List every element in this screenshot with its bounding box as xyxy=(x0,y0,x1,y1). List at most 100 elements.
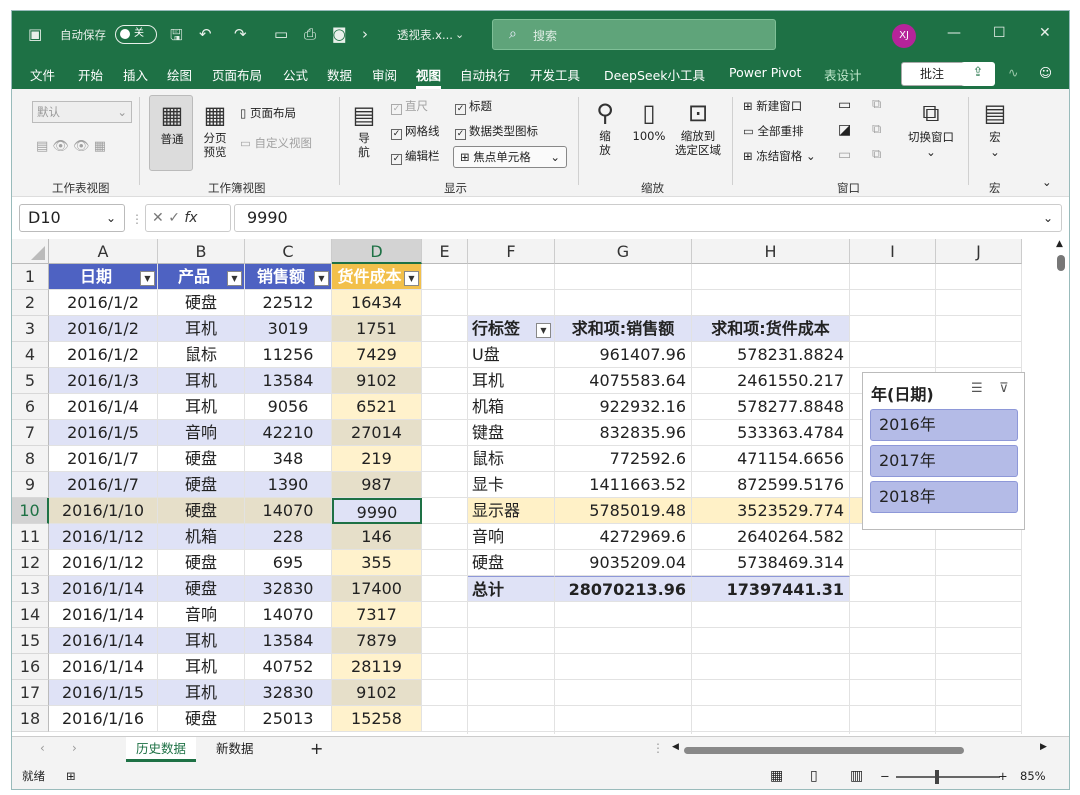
menu-developer[interactable]: 开发工具 xyxy=(530,65,580,84)
table-cell[interactable]: 17400 xyxy=(332,576,422,602)
camera-icon[interactable]: ◙ xyxy=(332,25,347,43)
row-header[interactable]: 10 xyxy=(12,498,49,524)
row-header[interactable]: 4 xyxy=(12,342,49,368)
feedback-icon[interactable]: ☺ xyxy=(1039,65,1052,80)
custom-views-button[interactable]: ▭ 自定义视图 xyxy=(240,135,312,151)
horizontal-scrollbar[interactable]: ◀ ▶ xyxy=(672,742,1052,755)
menu-page-layout[interactable]: 页面布局 xyxy=(212,65,262,84)
grid-cell[interactable] xyxy=(422,420,468,446)
table-cell[interactable]: 11256 xyxy=(245,342,332,368)
cancel-icon[interactable]: ✕ xyxy=(152,210,164,226)
accessibility-icon[interactable]: ⊞ xyxy=(66,763,76,789)
page-break-icon[interactable]: ▥ xyxy=(850,763,863,789)
file-name[interactable]: 透视表.x... xyxy=(397,27,453,43)
pivot-cell[interactable]: 872599.5176 xyxy=(692,472,850,498)
table-cell[interactable]: 2016/1/16 xyxy=(49,706,158,732)
more-commands-icon[interactable]: › xyxy=(362,25,368,43)
menu-data[interactable]: 数据 xyxy=(327,65,352,84)
column-header[interactable]: C xyxy=(245,239,332,264)
table-cell[interactable]: 2016/1/7 xyxy=(49,472,158,498)
zoom-out-icon[interactable]: − xyxy=(880,763,890,789)
grid-cell[interactable] xyxy=(422,368,468,394)
grid-cell[interactable] xyxy=(422,732,468,734)
gridlines-checkbox[interactable]: ✓ 网格线 xyxy=(391,123,440,140)
grid-cell[interactable] xyxy=(936,628,1022,654)
table-header-cell[interactable]: 日期 ▼ xyxy=(49,264,158,290)
ruler-checkbox[interactable]: ✓ 直尺 xyxy=(391,98,428,115)
grid-cell[interactable] xyxy=(555,654,692,680)
table-cell[interactable]: 16434 xyxy=(332,290,422,316)
grid-cell[interactable] xyxy=(422,628,468,654)
grid-cell[interactable] xyxy=(692,706,850,732)
grid-cell[interactable] xyxy=(850,316,936,342)
multi-select-icon[interactable]: ☰ xyxy=(971,381,983,396)
open-icon[interactable]: ▭ xyxy=(274,25,288,43)
row-header[interactable]: 17 xyxy=(12,680,49,706)
activity-icon[interactable]: ∿ xyxy=(1008,65,1018,80)
maximize-icon[interactable]: ☐ xyxy=(993,25,1006,41)
menu-home[interactable]: 开始 xyxy=(78,65,103,84)
pivot-header-cell[interactable]: 求和项:销售额 xyxy=(555,316,692,342)
table-cell[interactable]: 机箱 xyxy=(158,524,245,550)
table-cell[interactable]: 耳机 xyxy=(158,654,245,680)
navigation-button[interactable]: ▤ 导 航 xyxy=(350,99,378,159)
table-cell[interactable]: 2016/1/5 xyxy=(49,420,158,446)
macros-button[interactable]: ▤ 宏 ⌄ xyxy=(978,97,1012,159)
table-header-cell[interactable]: 货件成本 ▼ xyxy=(332,264,422,290)
zoom-button[interactable]: ⚲ 缩 放 xyxy=(590,97,620,157)
pivot-cell[interactable]: 1411663.52 xyxy=(555,472,692,498)
grid-cell[interactable] xyxy=(850,602,936,628)
table-cell[interactable]: 32830 xyxy=(245,680,332,706)
sheet-tab-history[interactable]: 历史数据 xyxy=(126,737,197,762)
grid-cell[interactable] xyxy=(422,706,468,732)
column-header[interactable]: I xyxy=(850,239,936,264)
table-cell[interactable]: 7879 xyxy=(332,628,422,654)
table-cell[interactable]: 2016/1/14 xyxy=(49,654,158,680)
column-header[interactable]: G xyxy=(555,239,692,264)
grid-cell[interactable] xyxy=(692,264,850,290)
save-icon[interactable]: 🖫 xyxy=(170,25,183,50)
menu-view[interactable]: 视图 xyxy=(416,65,442,89)
grid-cell[interactable] xyxy=(850,706,936,732)
table-cell[interactable]: 42210 xyxy=(245,420,332,446)
formula-bar-checkbox[interactable]: ✓ 编辑栏 xyxy=(391,148,440,165)
row-header[interactable]: 16 xyxy=(12,654,49,680)
grid-cell[interactable] xyxy=(422,654,468,680)
zoom-to-selection-button[interactable]: ⊡ 缩放到 选定区域 xyxy=(672,97,724,157)
grid-cell[interactable] xyxy=(936,550,1022,576)
switch-windows-button[interactable]: ⧉ 切换窗口 ⌄ xyxy=(905,97,957,159)
table-cell[interactable]: 6521 xyxy=(332,394,422,420)
table-cell[interactable]: 2016/1/12 xyxy=(49,550,158,576)
zoom-slider-knob[interactable] xyxy=(935,770,939,784)
table-cell[interactable]: 音响 xyxy=(158,602,245,628)
pivot-cell[interactable]: 5785019.48 xyxy=(555,498,692,524)
grid-cell[interactable] xyxy=(422,524,468,550)
table-cell[interactable]: 14070 xyxy=(245,498,332,524)
grid-cell[interactable] xyxy=(468,602,555,628)
pivot-cell[interactable]: 2461550.217 xyxy=(692,368,850,394)
grid-cell[interactable] xyxy=(422,264,468,290)
pivot-cell[interactable]: 4075583.64 xyxy=(555,368,692,394)
menu-table-design[interactable]: 表设计 xyxy=(824,65,862,84)
table-cell[interactable]: 15258 xyxy=(332,706,422,732)
table-cell[interactable]: 2016/1/2 xyxy=(49,290,158,316)
table-cell[interactable]: 22512 xyxy=(245,290,332,316)
sheet-view-dropdown[interactable]: 默认 ⌄ xyxy=(32,101,132,123)
pivot-cell[interactable]: 键盘 xyxy=(468,420,555,446)
grid-cell[interactable] xyxy=(936,576,1022,602)
grid-cell[interactable] xyxy=(422,472,468,498)
table-cell[interactable]: 耳机 xyxy=(158,680,245,706)
grid-cell[interactable] xyxy=(555,680,692,706)
table-cell[interactable]: 2016/1/15 xyxy=(49,680,158,706)
pivot-header-cell[interactable]: 行标签 ▼ xyxy=(468,316,555,342)
print-preview-icon[interactable]: ⎙ xyxy=(304,25,316,43)
pivot-total-cell[interactable]: 总计 xyxy=(468,576,555,602)
table-cell[interactable]: 219 xyxy=(332,446,422,472)
vertical-scrollbar[interactable]: ▲ xyxy=(1054,239,1068,734)
formula-input[interactable]: 9990 ⌄ xyxy=(234,204,1062,232)
grid-cell[interactable] xyxy=(692,602,850,628)
table-cell[interactable]: 25013 xyxy=(245,706,332,732)
grid-cell[interactable] xyxy=(692,654,850,680)
close-icon[interactable]: ✕ xyxy=(1039,25,1051,41)
pivot-cell[interactable]: 533363.4784 xyxy=(692,420,850,446)
